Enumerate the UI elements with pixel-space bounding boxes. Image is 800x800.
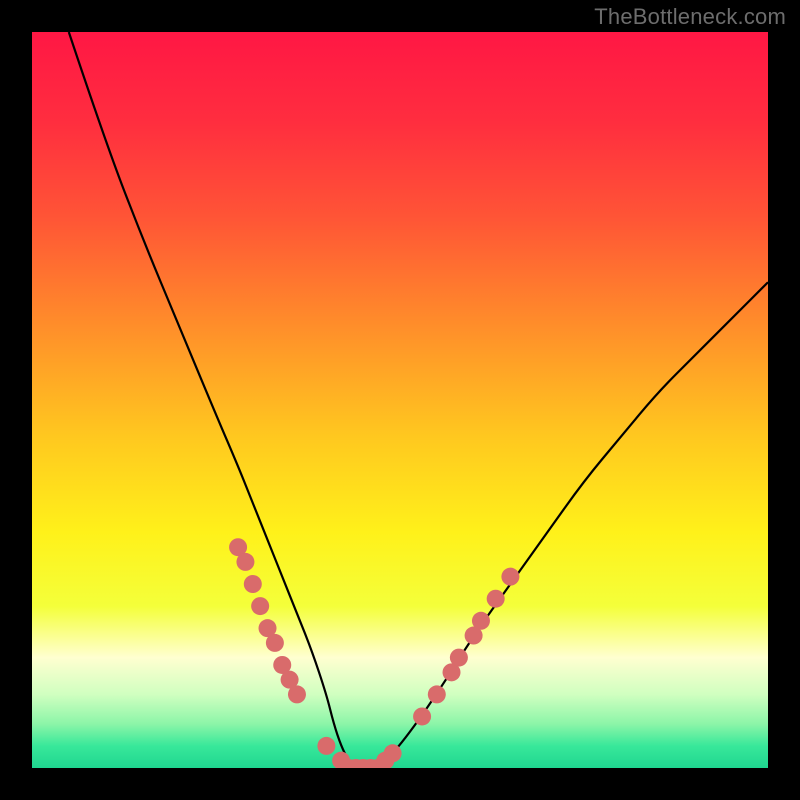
watermark-text: TheBottleneck.com bbox=[594, 4, 786, 30]
marker-point bbox=[428, 685, 446, 703]
marker-point bbox=[251, 597, 269, 615]
chart-frame: TheBottleneck.com bbox=[0, 0, 800, 800]
plot-area bbox=[32, 32, 768, 768]
marker-point bbox=[413, 707, 431, 725]
marker-point bbox=[288, 685, 306, 703]
marker-point bbox=[450, 649, 468, 667]
marker-point bbox=[236, 553, 254, 571]
gradient-background bbox=[32, 32, 768, 768]
bottleneck-chart bbox=[32, 32, 768, 768]
marker-point bbox=[487, 590, 505, 608]
marker-point bbox=[472, 612, 490, 630]
marker-point bbox=[501, 568, 519, 586]
marker-point bbox=[266, 634, 284, 652]
marker-point bbox=[244, 575, 262, 593]
marker-point bbox=[384, 744, 402, 762]
marker-point bbox=[317, 737, 335, 755]
